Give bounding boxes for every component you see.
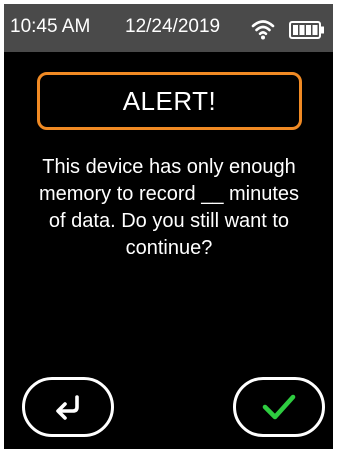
checkmark-icon (262, 394, 296, 420)
battery-full-icon (289, 21, 324, 39)
wifi-icon (251, 20, 275, 40)
back-button[interactable] (22, 377, 114, 437)
alert-message: This device has only enough memory to re… (38, 156, 300, 259)
status-time: 10:45 AM (10, 16, 91, 37)
device-screen: 10:45 AM 12/24/2019 ALERT! This device h… (4, 4, 333, 449)
return-arrow-icon (56, 395, 79, 420)
status-bar: 10:45 AM 12/24/2019 (4, 4, 333, 52)
alert-title: ALERT! (122, 85, 217, 116)
confirm-button[interactable] (233, 377, 325, 437)
alert-title-box: ALERT! (37, 72, 302, 130)
status-date: 12/24/2019 (125, 16, 221, 37)
